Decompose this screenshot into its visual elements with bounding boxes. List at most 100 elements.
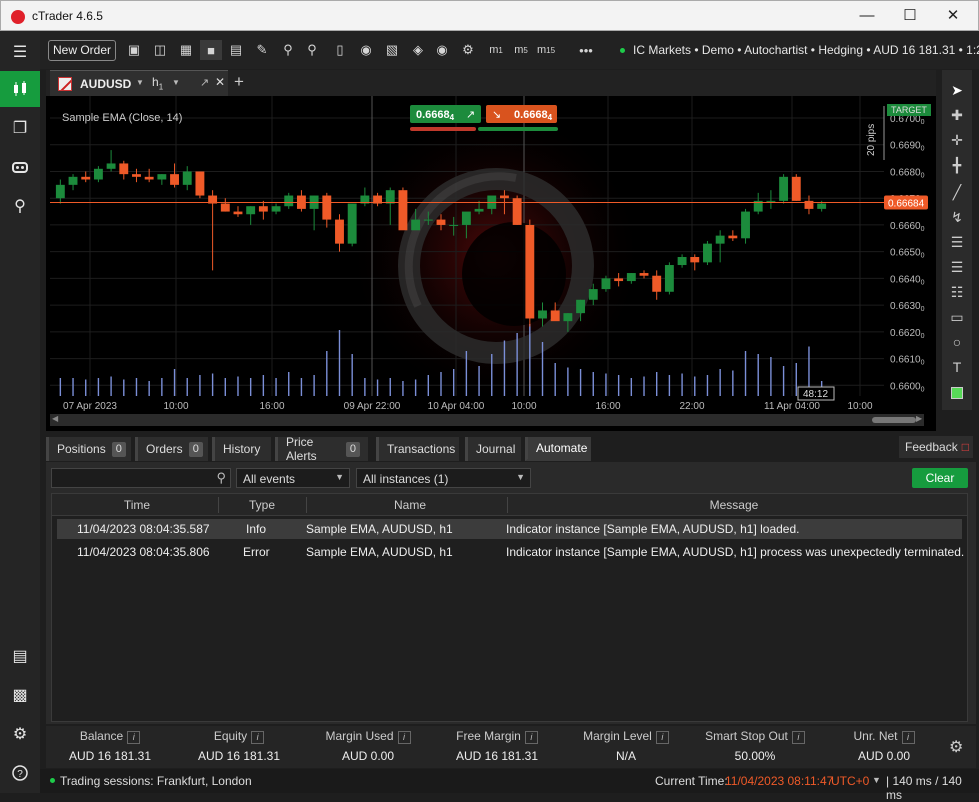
candle-body <box>106 163 116 169</box>
ellipse-icon[interactable]: ○ <box>942 330 972 354</box>
info-icon[interactable]: i <box>127 731 141 744</box>
wallet-icon[interactable]: ▩ <box>0 677 40 713</box>
account-info[interactable]: IC Markets • Demo • Autochartist • Hedgi… <box>620 43 979 57</box>
column-type[interactable]: Type <box>232 498 292 512</box>
info-icon[interactable]: i <box>524 731 538 744</box>
copy-icon[interactable]: ❐ <box>0 110 40 146</box>
column-time[interactable]: Time <box>72 498 202 512</box>
price-axis: 0.670000.669000.668000.667000.666000.665… <box>890 114 925 393</box>
close-button[interactable]: ✕ <box>933 5 973 27</box>
time-tick-label: 22:00 <box>679 401 704 412</box>
indicator-label[interactable]: Sample EMA (Close, 14) <box>62 112 182 124</box>
cbot-icon[interactable]: ◉ <box>356 40 376 60</box>
bot-icon[interactable]: ▧ <box>382 40 402 60</box>
timeframe-m15-button[interactable]: m 15 <box>536 40 556 60</box>
fibonacci-icon[interactable]: ☷ <box>942 280 972 304</box>
sell-price-button[interactable]: 0.66684 ↗ <box>410 105 481 131</box>
timeframe-m5-button[interactable]: m5 <box>511 40 531 60</box>
analyze-icon[interactable]: ⚲ <box>0 188 40 224</box>
settings-gear-icon[interactable]: ⚙ <box>0 716 40 752</box>
table-row[interactable]: 11/04/2023 08:04:35.806 Error Sample EMA… <box>57 542 964 562</box>
automate-bot-icon[interactable] <box>0 149 40 185</box>
chart-type-icon[interactable]: ▯ <box>330 40 350 60</box>
price-chart[interactable]: 0.670000.669000.668000.667000.666000.665… <box>46 96 936 431</box>
detach-icon[interactable]: ↗ <box>200 76 209 89</box>
timezone-select[interactable]: UTC+0 <box>831 774 869 788</box>
tab-history[interactable]: History <box>212 437 271 461</box>
tab-positions[interactable]: Positions 0 <box>46 437 131 461</box>
chart-layout-icon[interactable]: ◫ <box>150 40 170 60</box>
channel-icon[interactable]: ☰ <box>942 230 972 254</box>
menu-icon[interactable]: ☰ <box>0 34 40 70</box>
scrollbar-thumb[interactable] <box>872 417 916 423</box>
pointer-icon[interactable]: ➤ <box>942 78 972 102</box>
horizontal-line-icon[interactable]: ╋ <box>942 153 972 177</box>
trading-sessions[interactable]: Trading sessions: Frankfurt, London <box>60 774 252 788</box>
color-picker-icon[interactable] <box>942 381 972 405</box>
instances-filter-select[interactable]: All instances (1) ▼ <box>356 468 531 488</box>
chart-tab-symbol: AUDUSD <box>80 77 132 91</box>
text-tool-icon[interactable]: T <box>942 355 972 379</box>
feedback-icon: □ <box>961 440 969 454</box>
crosshair-plus-icon[interactable]: ✛ <box>942 128 972 152</box>
chart-settings-icon[interactable]: ⚙ <box>458 40 478 60</box>
chart-tab-audusd[interactable]: AUDUSD ▼ h1 ▼ ↗ ✕ <box>50 70 228 96</box>
more-button[interactable]: ••• <box>576 40 596 60</box>
new-order-button[interactable]: New Order <box>48 40 116 61</box>
close-tab-icon[interactable]: ✕ <box>215 75 225 89</box>
layers-icon[interactable]: ◈ <box>408 40 428 60</box>
column-message[interactable]: Message <box>512 498 956 512</box>
add-indicator-icon[interactable]: ✎ <box>252 40 272 60</box>
add-chart-tab-icon[interactable]: + <box>234 72 244 92</box>
svg-text:0.66684: 0.66684 <box>514 109 553 122</box>
stats-settings-gear-icon[interactable]: ⚙ <box>949 737 963 757</box>
candlestick-chart[interactable]: 0.670000.669000.668000.667000.666000.665… <box>46 96 936 431</box>
symbol-dropdown-icon[interactable]: ▼ <box>136 78 144 87</box>
grid-layout-icon[interactable]: ▦ <box>176 40 196 60</box>
help-icon[interactable]: ? <box>0 755 40 791</box>
ray-icon[interactable]: ↯ <box>942 205 972 229</box>
target-marker[interactable]: TARGET <box>887 104 931 116</box>
chart-mode-icon[interactable]: ▣ <box>124 40 144 60</box>
split-chart-icon[interactable]: ▤ <box>226 40 246 60</box>
timeframe-m1-button[interactable]: m1 <box>486 40 506 60</box>
arrow-down-right-icon: ↘ <box>492 109 501 121</box>
info-icon[interactable]: i <box>251 731 265 744</box>
info-icon[interactable]: i <box>397 731 411 744</box>
timezone-dropdown-icon[interactable]: ▼ <box>872 775 881 785</box>
chart-scrollbar[interactable]: ◀ ▶ <box>50 414 924 426</box>
buy-price-button[interactable]: ↘ 0.66684 <box>478 105 558 131</box>
price-tick-label: 0.66600 <box>890 221 925 233</box>
info-icon[interactable]: i <box>791 731 805 744</box>
feedback-button[interactable]: Feedback □ <box>899 436 973 458</box>
table-row[interactable]: 11/04/2023 08:04:35.587 Info Sample EMA,… <box>57 519 962 539</box>
tab-journal[interactable]: Journal <box>465 437 521 461</box>
trend-line-icon[interactable]: ╱ <box>942 180 972 204</box>
visibility-eye-icon[interactable]: ◉ <box>432 40 452 60</box>
clear-button[interactable]: Clear <box>912 468 968 488</box>
tab-orders[interactable]: Orders 0 <box>135 437 208 461</box>
events-filter-select[interactable]: All events ▼ <box>236 468 350 488</box>
crosshair-icon[interactable]: ✚ <box>942 103 972 127</box>
chart-tab-timeframe[interactable]: h1 <box>152 75 163 91</box>
candle-body <box>436 219 446 225</box>
zoom-out-icon[interactable]: ⚲ <box>302 40 322 60</box>
maximize-button[interactable]: ☐ <box>890 5 930 27</box>
rectangle-icon[interactable]: ▭ <box>942 305 972 329</box>
tab-transactions[interactable]: Transactions <box>376 437 459 461</box>
info-icon[interactable]: i <box>901 731 915 744</box>
trade-icon[interactable] <box>0 71 40 107</box>
info-icon[interactable]: i <box>655 731 669 744</box>
tab-automate[interactable]: Automate <box>525 437 591 461</box>
timeframe-dropdown-icon[interactable]: ▼ <box>172 78 180 87</box>
pitchfork-icon[interactable]: ☰ <box>942 255 972 279</box>
search-input[interactable]: ⚲ <box>51 468 231 488</box>
minimize-button[interactable]: — <box>847 5 887 27</box>
column-name[interactable]: Name <box>310 498 510 512</box>
candle-body <box>335 219 344 244</box>
single-chart-icon[interactable]: ■ <box>200 40 222 60</box>
tab-price-alerts[interactable]: Price Alerts 0 <box>275 435 368 463</box>
bank-icon[interactable]: ▤ <box>0 638 40 674</box>
current-time-label: Current Time: <box>655 774 728 788</box>
zoom-in-icon[interactable]: ⚲ <box>278 40 298 60</box>
